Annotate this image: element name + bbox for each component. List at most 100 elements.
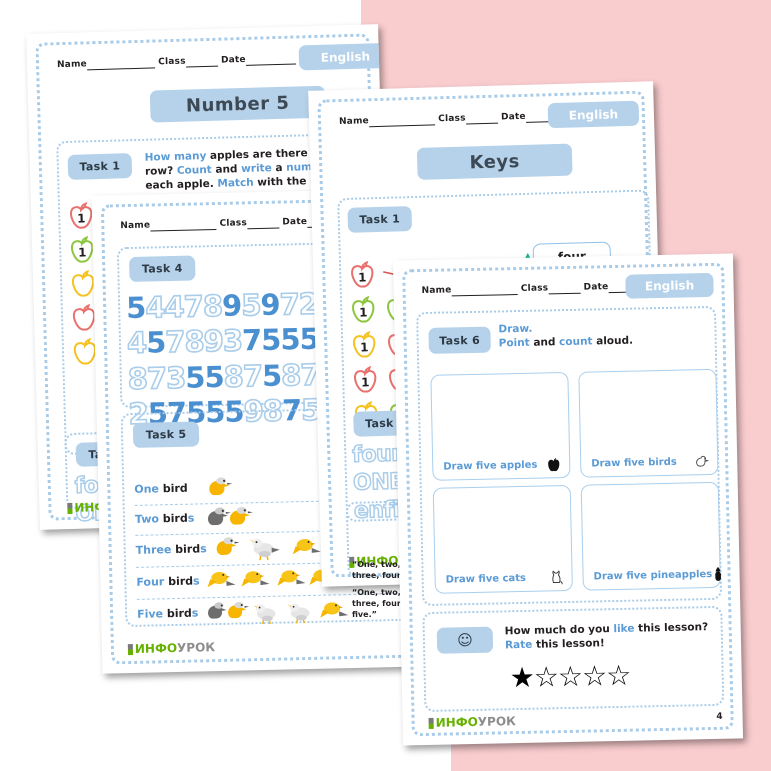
draw-box-pineapples-label: Draw five pineapples xyxy=(593,566,721,583)
bird-row-label: One bird xyxy=(134,481,188,496)
name-label: Name xyxy=(56,59,88,71)
class-blank[interactable] xyxy=(548,282,581,295)
instr-match: Match xyxy=(217,177,254,191)
duck-icon xyxy=(213,534,244,565)
seagull-icon xyxy=(247,534,282,567)
logo-mark-icon xyxy=(428,717,434,729)
date-label: Date xyxy=(583,282,609,293)
star-empty[interactable]: ☆ xyxy=(606,659,631,692)
class-label: Class xyxy=(438,113,466,125)
duck-icon xyxy=(695,454,710,468)
logo-green-text: ИНФО xyxy=(134,640,178,656)
name-blank[interactable] xyxy=(150,218,217,232)
instr-count: Count xyxy=(176,164,212,178)
page4-task6-label: Task 6 xyxy=(428,326,491,354)
seagull-icon xyxy=(251,600,284,631)
logo-gray-text: УРОК xyxy=(477,714,517,729)
class-blank[interactable] xyxy=(465,112,498,125)
draw-box-birds[interactable]: Draw five birds xyxy=(578,368,719,478)
page4-rating-question: How much do you like this lesson? Rate t… xyxy=(504,621,709,652)
task2-word-2-out: ONE xyxy=(352,469,405,497)
page2-task4-label: Task 4 xyxy=(129,255,196,282)
rating-like-word: like xyxy=(613,622,635,636)
apple-item[interactable]: 1 xyxy=(347,259,378,292)
canary-icon xyxy=(276,566,307,595)
apple-item[interactable]: 1 xyxy=(350,364,381,397)
star-empty[interactable]: ☆ xyxy=(558,660,583,693)
page4-logo: ИНФО УРОК xyxy=(428,714,517,730)
draw-box-apples[interactable]: Draw five apples xyxy=(430,371,571,481)
keys-quote-1: “One, two, three, four xyxy=(352,560,401,580)
star-filled[interactable]: ★ xyxy=(509,661,534,694)
draw-label-text: Draw five cats xyxy=(445,572,527,586)
smiley-icon: ☺ xyxy=(436,626,494,654)
worksheet-page-task6[interactable]: Name Class Date English Task 6 Draw. Poi… xyxy=(392,253,744,746)
apple-number: 1 xyxy=(357,270,367,285)
canary-icon xyxy=(319,598,350,627)
draw-label-text: Draw five apples xyxy=(443,459,538,473)
name-label: Name xyxy=(421,285,452,297)
name-blank[interactable] xyxy=(451,284,518,297)
logo-gray-text: УРОК xyxy=(176,640,216,655)
page1-task1-label: Task 1 xyxy=(67,153,133,180)
bird-row-label: Two birds xyxy=(134,511,195,526)
cat-icon xyxy=(549,570,563,585)
star-empty[interactable]: ☆ xyxy=(582,659,607,692)
page4-task6-instruction: Draw. Point and count aloud. xyxy=(498,322,634,350)
canary-icon xyxy=(206,568,237,597)
rating-rate-word: Rate xyxy=(504,638,533,652)
draw-box-birds-label: Draw five birds xyxy=(591,454,710,470)
page4-subject-badge[interactable]: English xyxy=(625,272,714,299)
star-empty[interactable]: ☆ xyxy=(533,660,558,693)
draw-box-cats[interactable]: Draw five cats xyxy=(432,484,573,594)
apple-icon xyxy=(547,457,561,472)
draw-label-text: Draw five pineapples xyxy=(593,568,713,582)
bird-row-label: Four birds xyxy=(136,574,200,589)
page4-page-number: 4 xyxy=(716,711,723,722)
draw-box-cats-label: Draw five cats xyxy=(446,570,564,586)
apple-number: 1 xyxy=(358,305,368,320)
instr-point: Point xyxy=(498,336,530,350)
page3-title: Keys xyxy=(416,143,573,180)
logo-mark-icon xyxy=(67,502,73,514)
date-blank[interactable] xyxy=(245,53,296,66)
page3-task1-label: Task 1 xyxy=(347,206,413,233)
seagull-icon xyxy=(285,599,318,630)
duck-icon xyxy=(227,504,258,535)
draw-box-pineapples[interactable]: Draw five pineapples xyxy=(580,481,721,591)
page3-subject-badge[interactable]: English xyxy=(547,100,640,129)
name-blank[interactable] xyxy=(86,57,156,71)
canary-icon xyxy=(240,567,271,596)
screenshot-canvas: Name Class Date English Number 5 Task 1 … xyxy=(0,0,771,771)
apple-item[interactable]: 1 xyxy=(348,294,379,327)
instr-draw: Draw. xyxy=(498,322,533,336)
canary-icon xyxy=(291,535,322,564)
pineapple-icon xyxy=(712,566,723,581)
instr-count: count xyxy=(558,335,593,349)
page1-title: Number 5 xyxy=(149,85,326,123)
bird-row-label: Five birds xyxy=(136,606,199,621)
keys-quote-2: “One, two, three, four five.” xyxy=(352,588,401,619)
name-label: Name xyxy=(338,116,370,128)
page2-logo: ИНФО УРОК xyxy=(127,640,216,656)
draw-label-text: Draw five birds xyxy=(591,456,677,470)
date-label: Date xyxy=(500,111,526,123)
rating-stars[interactable]: ★☆☆☆☆ xyxy=(509,659,631,695)
draw-box-apples-label: Draw five apples xyxy=(443,457,561,473)
instr-write: write xyxy=(240,162,272,176)
name-blank[interactable] xyxy=(368,114,436,128)
logo-mark-icon xyxy=(127,643,134,655)
class-blank[interactable] xyxy=(185,55,218,68)
page1-subject-badge[interactable]: English xyxy=(298,42,392,71)
apple-item[interactable]: 1 xyxy=(349,329,380,362)
instr-how-many: How many xyxy=(144,150,207,164)
class-label: Class xyxy=(520,283,549,294)
class-label: Class xyxy=(158,56,186,68)
date-label: Date xyxy=(220,54,246,66)
bird-row-label: Three birds xyxy=(135,542,207,557)
class-blank[interactable] xyxy=(246,217,280,230)
logo-green-text: ИНФО xyxy=(435,714,478,730)
page2-task5-label: Task 5 xyxy=(132,421,200,448)
apple-number: 1 xyxy=(359,340,369,355)
apple-number: 1 xyxy=(360,375,370,390)
